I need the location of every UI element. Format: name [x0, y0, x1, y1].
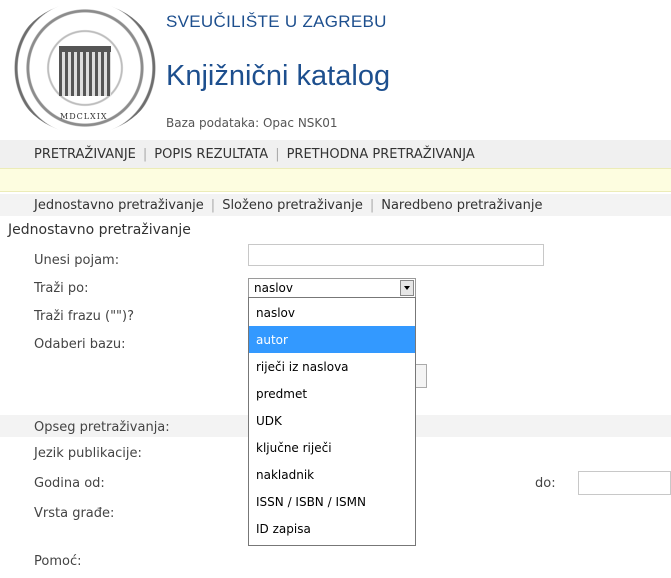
option-author[interactable]: autor — [249, 326, 415, 353]
language-label: Jezik publikacije: — [34, 446, 142, 461]
catalog-title: Knjižnični katalog — [166, 60, 391, 92]
search-by-value: naslov — [254, 281, 293, 295]
option-subject[interactable]: predmet — [249, 380, 415, 407]
section-title: Jednostavno pretraživanje — [8, 222, 191, 238]
year-to-label: do: — [535, 476, 556, 491]
nav-separator: | — [210, 198, 216, 213]
term-label: Unesi pojam: — [34, 253, 120, 268]
option-record-id[interactable]: ID zapisa — [249, 515, 415, 542]
nav-separator: | — [369, 198, 375, 213]
phrase-label: Traži frazu ("")? — [34, 309, 134, 324]
option-title-words[interactable]: riječi iz naslova — [249, 353, 415, 380]
option-issn-isbn-ismn[interactable]: ISSN / ISBN / ISMN — [249, 488, 415, 515]
material-type-label: Vrsta građe: — [34, 506, 115, 521]
main-nav: PRETRAŽIVANJE | POPIS REZULTATA | PRETHODNA … — [0, 140, 671, 168]
tab-advanced-search[interactable]: Složeno pretraživanje — [222, 198, 363, 213]
option-udk[interactable]: UDK — [249, 407, 415, 434]
nav-results-list[interactable]: POPIS REZULTATA — [154, 147, 268, 162]
database-label: Baza podataka: Opac NSK01 — [166, 116, 338, 130]
help-label: Pomoć: — [34, 554, 82, 569]
university-name: SVEUČILIŠTE U ZAGREBU — [166, 12, 387, 31]
nav-separator: | — [142, 147, 148, 162]
search-by-select[interactable]: naslov — [248, 278, 416, 298]
search-term-input[interactable] — [248, 244, 544, 266]
building-icon — [59, 46, 111, 96]
database-select-label: Odaberi bazu: — [34, 337, 126, 352]
option-title[interactable]: naslov — [249, 299, 415, 326]
year-to-input[interactable] — [578, 471, 671, 495]
nav-search[interactable]: PRETRAŽIVANJE — [34, 147, 136, 162]
tab-command-search[interactable]: Naredbeno pretraživanje — [381, 198, 542, 213]
year-from-label: Godina od: — [34, 476, 105, 491]
option-keywords[interactable]: ključne riječi — [249, 434, 415, 461]
tab-simple-search[interactable]: Jednostavno pretraživanje — [34, 198, 204, 213]
notice-bar — [0, 168, 671, 192]
seal-text: MDCLXIX — [60, 112, 108, 121]
search-by-dropdown-list: naslov autor riječi iz naslova predmet U… — [248, 297, 416, 546]
dropdown-arrow-icon[interactable] — [400, 280, 414, 296]
scope-label: Opseg pretraživanja: — [34, 420, 170, 435]
option-publisher[interactable]: nakladnik — [249, 461, 415, 488]
nav-separator: | — [275, 147, 280, 162]
nav-previous-searches[interactable]: PRETHODNA PRETRAŽIVANJA — [287, 147, 475, 162]
search-by-label: Traži po: — [34, 281, 89, 296]
search-type-nav: Jednostavno pretraživanje | Složeno pretra… — [0, 194, 671, 216]
university-seal-logo: MDCLXIX — [12, 2, 158, 134]
